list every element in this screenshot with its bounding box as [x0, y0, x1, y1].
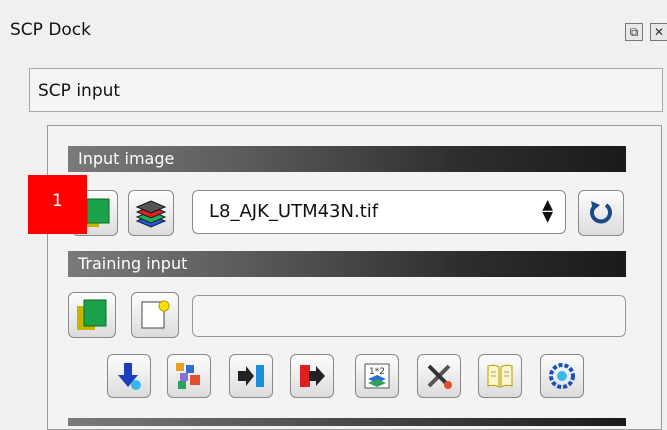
float-dock-button[interactable]: ⧉ — [625, 23, 643, 41]
combo-arrows-icon: ▲ ▼ — [542, 197, 553, 225]
new-training-input-button[interactable] — [131, 292, 179, 338]
user-manual-button[interactable] — [478, 354, 522, 398]
band-calc-icon: 1*2 — [364, 363, 390, 389]
next-section-header — [68, 418, 626, 426]
documentation-icon — [487, 364, 513, 388]
tab-label: SCP input — [38, 81, 121, 101]
download-icon — [118, 363, 141, 390]
export-icon — [300, 365, 325, 387]
band-set-button[interactable] — [128, 190, 174, 236]
import-icon — [238, 365, 264, 387]
training-input-path-field[interactable] — [192, 295, 626, 337]
tab-scp-input[interactable]: SCP input — [29, 68, 663, 112]
float-icon: ⧉ — [629, 25, 639, 39]
open-training-input-button[interactable] — [68, 292, 116, 338]
annotation-marker: 1 — [28, 175, 87, 234]
open-training-input-icon — [77, 299, 107, 330]
settings-button[interactable] — [540, 354, 584, 398]
export-button[interactable] — [290, 354, 334, 398]
dock-titlebar: SCP Dock ⧉ ✕ — [0, 0, 667, 62]
selected-raster-value: L8_AJK_UTM43N.tif — [209, 201, 379, 222]
tools-button[interactable] — [417, 354, 461, 398]
tools-icon — [427, 364, 452, 389]
close-icon: ✕ — [653, 25, 665, 39]
refresh-icon — [590, 201, 612, 224]
training-input-header: Training input — [68, 251, 626, 277]
pansharpen-icon — [176, 363, 200, 389]
band-calc-button[interactable]: 1*2 — [355, 354, 399, 398]
settings-icon — [549, 363, 575, 389]
new-training-input-icon — [141, 300, 170, 329]
import-button[interactable] — [229, 354, 273, 398]
dock-title: SCP Dock — [10, 20, 91, 40]
download-products-button[interactable] — [107, 354, 151, 398]
preprocessing-button[interactable] — [167, 354, 211, 398]
input-image-combobox[interactable]: L8_AJK_UTM43N.tif ▲ ▼ — [192, 190, 566, 234]
band-set-icon — [135, 200, 167, 228]
input-image-header: Input image — [68, 146, 626, 172]
close-dock-button[interactable]: ✕ — [650, 23, 667, 41]
refresh-button[interactable] — [578, 190, 624, 236]
